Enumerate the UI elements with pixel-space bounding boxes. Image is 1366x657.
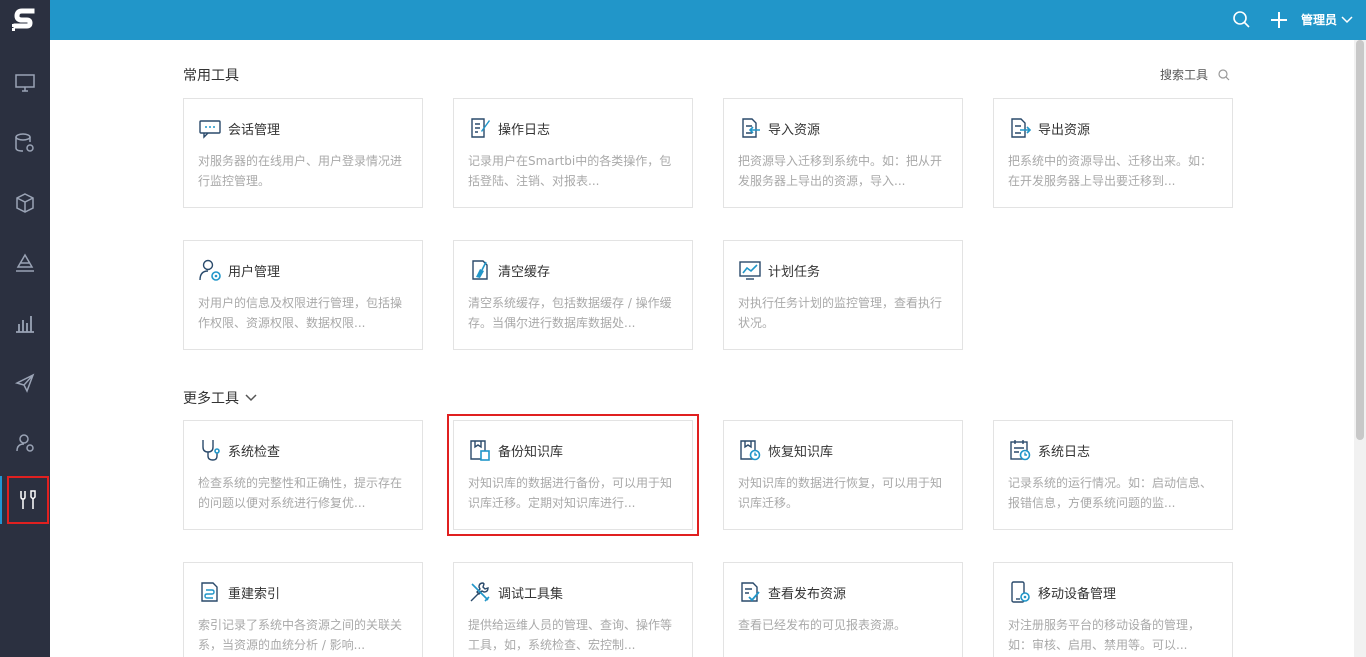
tool-card-system-check[interactable]: 系统检查 检查系统的完整性和正确性，提示存在的问题以便对系统进行修复优... [183, 420, 423, 530]
card-title: 调试工具集 [498, 587, 564, 602]
tool-card-import[interactable]: 导入资源 把资源导入迁移到系统中。如：把从开发服务器上导出的资源，导入... [723, 98, 963, 208]
card-description: 对服务器的在线用户、用户登录情况进行监控管理。 [198, 154, 403, 188]
card-title: 导出资源 [1038, 123, 1091, 138]
sidebar-item-users[interactable] [0, 418, 50, 468]
chat-icon [199, 120, 221, 139]
sidebar-item-reports[interactable] [0, 298, 50, 348]
tool-card-mobile-devices[interactable]: 移动设备管理 对注册服务平台的移动设备的管理，如：审核、启用、禁用等。可以... [993, 562, 1233, 657]
broom-icon [472, 260, 488, 280]
card-title: 移动设备管理 [1038, 587, 1117, 602]
trend-chart-icon [739, 261, 761, 280]
sidebar-item-analysis[interactable] [0, 238, 50, 288]
sidebar-item-tools[interactable] [0, 476, 49, 524]
card-description: 记录用户在Smartbi中的各类操作，包括登陆、注销、对报表... [468, 154, 672, 188]
user-menu[interactable]: 管理员 [1301, 11, 1353, 28]
card-title: 备份知识库 [498, 445, 564, 460]
wrench-icon [470, 582, 490, 602]
database-gear-icon [15, 133, 34, 152]
user-name: 管理员 [1301, 13, 1338, 27]
logo-icon [12, 8, 35, 31]
sidebar-item-data[interactable] [0, 118, 50, 168]
card-title: 操作日志 [498, 123, 551, 138]
top-bar: 管理员 [50, 0, 1366, 40]
tool-card-rebuild-index[interactable]: 重建索引 索引记录了系统中各资源之间的关联关系，当资源的血统分析 / 影响... [183, 562, 423, 657]
cube-icon [16, 193, 34, 213]
calendar-clock-icon [1010, 440, 1031, 461]
card-title: 查看发布资源 [768, 587, 847, 602]
chevron-down-icon [1341, 15, 1353, 23]
card-title: 导入资源 [768, 123, 821, 138]
tool-card-export[interactable]: 导出资源 把系统中的资源导出、迁移出来。如：在开发服务器上导出要迁移到... [993, 98, 1233, 208]
tools-icon [20, 490, 36, 509]
checklist-icon [741, 582, 760, 602]
search-tools-link[interactable]: 搜索工具 [1160, 66, 1230, 83]
tool-card-restore-repository[interactable]: 恢复知识库 对知识库的数据进行恢复，可以用于知识库迁移。 [723, 420, 963, 530]
search-icon [1218, 68, 1230, 80]
edit-log-icon [471, 118, 490, 138]
card-description: 对注册服务平台的移动设备的管理，如：审核、启用、禁用等。可以... [1008, 618, 1201, 652]
app-logo[interactable] [0, 0, 50, 40]
restore-icon [740, 440, 761, 461]
add-icon[interactable] [1268, 9, 1290, 31]
backup-icon [470, 440, 490, 461]
sidebar-item-publish[interactable] [0, 358, 50, 408]
vertical-scrollbar[interactable] [1354, 40, 1366, 657]
card-title: 系统日志 [1038, 445, 1091, 460]
tool-card-view-published[interactable]: 查看发布资源 查看已经发布的可见报表资源。 [723, 562, 963, 657]
card-title: 重建索引 [228, 587, 281, 602]
card-description: 把资源导入迁移到系统中。如：把从开发服务器上导出的资源，导入... [738, 154, 943, 188]
card-description: 对用户的信息及权限进行管理，包括操作权限、资源权限、数据权限... [198, 296, 403, 330]
tool-card-user-management[interactable]: 用户管理 对用户的信息及权限进行管理，包括操作权限、资源权限、数据权限... [183, 240, 423, 350]
mobile-gear-icon [1011, 581, 1030, 603]
chevron-down-icon [245, 394, 257, 402]
import-icon [742, 118, 760, 138]
sidebar-item-resources[interactable] [0, 178, 50, 228]
search-icon[interactable] [1232, 10, 1252, 30]
card-title: 用户管理 [228, 265, 281, 280]
card-title: 会话管理 [228, 123, 281, 138]
card-description: 对执行任务计划的监控管理，查看执行状况。 [738, 296, 943, 330]
sidebar [0, 0, 50, 657]
card-description: 提供给运维人员的管理、查询、操作等工具，如，系统检查、宏控制... [468, 618, 673, 652]
tool-card-debug-tools[interactable]: 调试工具集 提供给运维人员的管理、查询、操作等工具，如，系统检查、宏控制... [453, 562, 693, 657]
card-title: 计划任务 [768, 265, 821, 280]
user-settings-icon [16, 434, 34, 452]
card-description: 对知识库的数据进行备份，可以用于知识库迁移。定期对知识库进行... [468, 476, 673, 510]
monitor-icon [15, 74, 35, 92]
card-title: 恢复知识库 [768, 445, 834, 460]
index-icon [201, 582, 218, 602]
card-description: 索引记录了系统中各资源之间的关联关系，当资源的血统分析 / 影响... [198, 618, 403, 652]
bar-chart-icon [16, 316, 34, 333]
card-title: 清空缓存 [498, 265, 551, 280]
tool-card-backup-repository[interactable]: 备份知识库 对知识库的数据进行备份，可以用于知识库迁移。定期对知识库进行... [447, 414, 699, 536]
card-description: 查看已经发布的可见报表资源。 [738, 618, 907, 632]
user-gear-icon [199, 259, 221, 281]
export-icon [1011, 118, 1032, 138]
card-title: 系统检查 [228, 445, 281, 460]
tool-card-session[interactable]: 会话管理 对服务器的在线用户、用户登录情况进行监控管理。 [183, 98, 423, 208]
scrollbar-thumb[interactable] [1356, 40, 1364, 440]
tool-card-system-log[interactable]: 系统日志 记录系统的运行情况。如：启动信息、报错信息，方便系统问题的监... [993, 420, 1233, 530]
tool-card-scheduled-tasks[interactable]: 计划任务 对执行任务计划的监控管理，查看执行状况。 [723, 240, 963, 350]
card-description: 清空系统缓存，包括数据缓存 / 操作缓存。当偶尔进行数据库数据处... [468, 296, 672, 330]
sidebar-item-monitor[interactable] [0, 58, 50, 108]
tool-card-clear-cache[interactable]: 清空缓存 清空系统缓存，包括数据缓存 / 操作缓存。当偶尔进行数据库数据处... [453, 240, 693, 350]
stethoscope-icon [202, 440, 220, 461]
layers-icon [16, 253, 34, 272]
paper-plane-icon [14, 373, 35, 393]
tool-card-operation-log[interactable]: 操作日志 记录用户在Smartbi中的各类操作，包括登陆、注销、对报表... [453, 98, 693, 208]
card-description: 把系统中的资源导出、迁移出来。如：在开发服务器上导出要迁移到... [1008, 154, 1213, 188]
card-description: 记录系统的运行情况。如：启动信息、报错信息，方便系统问题的监... [1008, 476, 1213, 510]
card-description: 检查系统的完整性和正确性，提示存在的问题以便对系统进行修复优... [198, 476, 403, 510]
more-tools-toggle[interactable]: 更多工具 [183, 388, 257, 408]
common-tools-title: 常用工具 [183, 68, 239, 84]
card-description: 对知识库的数据进行恢复，可以用于知识库迁移。 [738, 476, 943, 510]
